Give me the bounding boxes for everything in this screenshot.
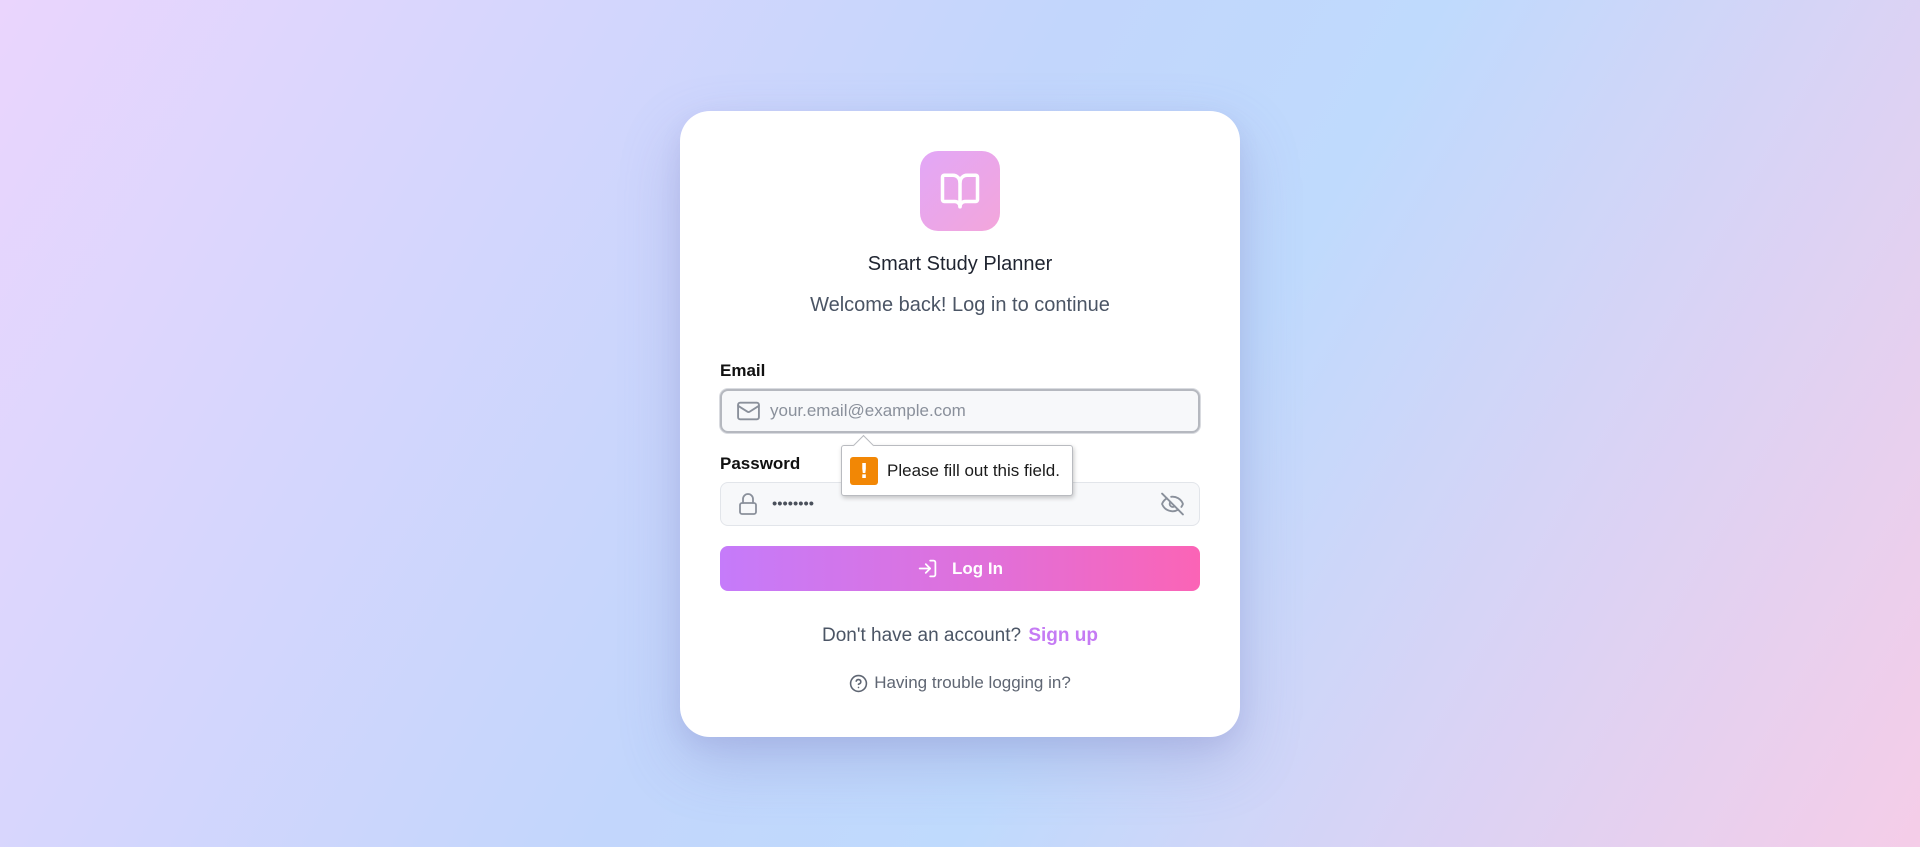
help-link[interactable]: Having trouble logging in? xyxy=(680,673,1240,693)
login-card: Smart Study Planner Welcome back! Log in… xyxy=(680,111,1240,737)
login-button[interactable]: Log In xyxy=(720,546,1200,591)
warning-icon: ! xyxy=(850,456,878,485)
open-book-icon xyxy=(939,170,981,212)
tooltip-arrow xyxy=(852,434,875,457)
email-input[interactable] xyxy=(770,391,1130,431)
login-button-label: Log In xyxy=(952,558,1003,578)
validation-tooltip: ! Please fill out this field. xyxy=(841,434,1073,496)
tooltip-message: Please fill out this field. xyxy=(887,460,1060,480)
eye-off-icon[interactable] xyxy=(1160,492,1185,517)
help-circle-icon xyxy=(849,674,868,693)
app-logo xyxy=(920,151,1000,231)
app-title: Smart Study Planner xyxy=(867,253,1053,275)
password-label: Password xyxy=(720,454,801,473)
signup-prompt: Don't have an account? Sign up xyxy=(680,625,1240,647)
lock-icon xyxy=(736,492,760,516)
signup-link[interactable]: Sign up xyxy=(1028,625,1098,646)
log-in-icon xyxy=(917,558,938,579)
email-label: Email xyxy=(720,361,766,380)
password-input[interactable]: •••••••• xyxy=(772,496,814,513)
mail-icon xyxy=(736,399,761,424)
help-text: Having trouble logging in? xyxy=(874,673,1071,692)
welcome-subtitle: Welcome back! Log in to continue xyxy=(810,294,1110,316)
email-field[interactable] xyxy=(720,389,1200,433)
signup-prompt-text: Don't have an account? xyxy=(822,625,1022,646)
